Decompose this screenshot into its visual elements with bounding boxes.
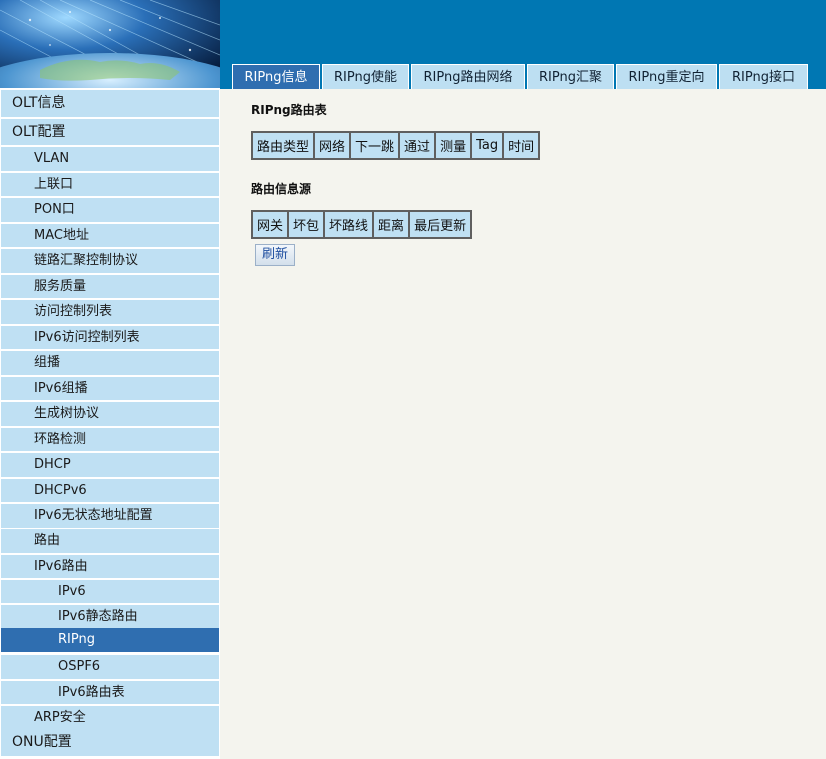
sidebar-item-7[interactable]: 服务质量 — [1, 275, 219, 298]
tab-5[interactable]: RIPng接口 — [719, 64, 808, 89]
sidebar-item-9[interactable]: IPv6访问控制列表 — [1, 326, 219, 349]
route-table-header-row: 路由类型 网络 下一跳 通过 测量 Tag 时间 — [253, 133, 539, 158]
route-table-title: RIPng路由表 — [251, 103, 327, 117]
route-table-col-6: 时间 — [504, 133, 539, 158]
route-source-col-4: 最后更新 — [410, 212, 471, 237]
top-banner — [220, 0, 826, 55]
sidebar-item-11[interactable]: IPv6组播 — [1, 377, 219, 400]
sidebar-item-8[interactable]: 访问控制列表 — [1, 300, 219, 324]
route-source-col-1: 坏包 — [289, 212, 324, 237]
sidebar-item-16[interactable]: IPv6无状态地址配置 — [1, 504, 219, 528]
sidebar-item-12[interactable]: 生成树协议 — [1, 402, 219, 426]
route-source-title: 路由信息源 — [251, 182, 312, 196]
sidebar-item-0[interactable]: OLT信息 — [1, 90, 219, 117]
route-table-col-4: 测量 — [436, 133, 471, 158]
sidebar-item-24[interactable]: ARP安全 — [1, 706, 219, 730]
sidebar-item-22[interactable]: OSPF6 — [1, 655, 219, 679]
route-table-col-1: 网络 — [315, 133, 350, 158]
route-source-header-row: 网关 坏包 坏路线 距离 最后更新 — [253, 212, 471, 237]
sidebar-item-5[interactable]: MAC地址 — [1, 224, 219, 247]
tab-3[interactable]: RIPng汇聚 — [527, 64, 614, 89]
sidebar-item-23[interactable]: IPv6路由表 — [1, 681, 219, 704]
sidebar-item-18[interactable]: IPv6路由 — [1, 555, 219, 578]
tab-2[interactable]: RIPng路由网络 — [411, 64, 525, 89]
tab-bar: RIPng信息 RIPng使能 RIPng路由网络 RIPng汇聚 RIPng重定向 RI… — [220, 55, 826, 89]
sidebar-item-10[interactable]: 组播 — [1, 351, 219, 375]
route-table-col-0: 路由类型 — [253, 133, 314, 158]
tab-1[interactable]: RIPng使能 — [322, 64, 409, 89]
sidebar-item-2[interactable]: VLAN — [1, 147, 219, 171]
route-source-table: 网关 坏包 坏路线 距离 最后更新 — [251, 210, 473, 239]
route-source-col-3: 距离 — [374, 212, 409, 237]
sidebar-item-25[interactable]: ONU配置 — [1, 729, 219, 756]
sidebar-item-17[interactable]: 路由 — [1, 529, 219, 553]
tab-4[interactable]: RIPng重定向 — [616, 64, 717, 89]
route-table: 路由类型 网络 下一跳 通过 测量 Tag 时间 — [251, 131, 541, 160]
globe-fiber-optic-icon — [0, 0, 220, 88]
header-logo-image — [0, 0, 220, 88]
route-table-col-2: 下一跳 — [351, 133, 399, 158]
sidebar-item-3[interactable]: 上联口 — [1, 173, 219, 196]
sidebar-item-19[interactable]: IPv6 — [1, 580, 219, 603]
sidebar-item-15[interactable]: DHCPv6 — [1, 479, 219, 502]
route-table-col-3: 通过 — [400, 133, 435, 158]
route-table-col-5: Tag — [472, 133, 503, 158]
route-source-col-0: 网关 — [253, 212, 288, 237]
sidebar-nav: OLT信息 OLT配置 VLAN 上联口 PON口 MAC地址 链路汇聚控制协议 服务质量 访问… — [0, 88, 220, 759]
refresh-button[interactable]: 刷新 — [255, 244, 295, 266]
sidebar-item-6[interactable]: 链路汇聚控制协议 — [1, 249, 219, 273]
sidebar-item-20[interactable]: IPv6静态路由 — [1, 605, 219, 628]
sidebar-item-4[interactable]: PON口 — [1, 198, 219, 222]
sidebar-item-14[interactable]: DHCP — [1, 453, 219, 477]
sidebar-item-13[interactable]: 环路检测 — [1, 428, 219, 451]
main-content: RIPng路由表 路由类型 网络 下一跳 通过 测量 Tag 时间 路由信息源 网关 坏包 坏路… — [220, 89, 826, 759]
tab-0[interactable]: RIPng信息 — [232, 64, 320, 89]
route-source-col-2: 坏路线 — [325, 212, 373, 237]
sidebar-item-1[interactable]: OLT配置 — [1, 119, 219, 145]
sidebar-item-21[interactable]: RIPng — [1, 628, 219, 652]
